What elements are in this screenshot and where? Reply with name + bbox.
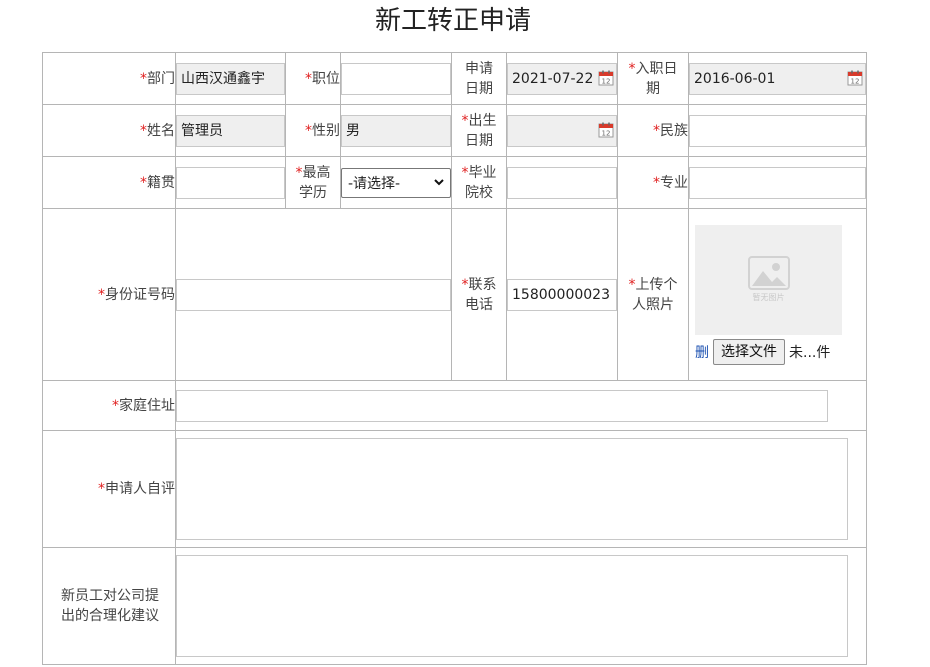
ethnicity-input[interactable] bbox=[689, 114, 866, 147]
apply-date-label: 申请 日期 bbox=[451, 52, 507, 105]
birth-date-label: *出生 日期 bbox=[451, 104, 507, 157]
self-evaluation-label: *申请人自评 bbox=[42, 430, 176, 548]
name-label: *姓名 bbox=[42, 104, 176, 157]
suggestion-textarea[interactable] bbox=[176, 555, 848, 657]
gender-field[interactable]: 男 bbox=[341, 114, 451, 147]
calendar-icon[interactable]: 12 bbox=[598, 70, 614, 86]
svg-text:12: 12 bbox=[851, 77, 860, 85]
education-select[interactable]: -请选择- bbox=[341, 167, 451, 198]
self-evaluation-textarea[interactable] bbox=[176, 438, 848, 540]
name-field[interactable]: 管理员 bbox=[176, 114, 285, 147]
page-title: 新工转正申请 bbox=[374, 6, 531, 36]
gender-label: *性别 bbox=[285, 104, 341, 157]
school-label: *毕业 院校 bbox=[451, 156, 507, 209]
school-input[interactable] bbox=[507, 166, 617, 199]
svg-text:12: 12 bbox=[602, 77, 611, 85]
join-date-input[interactable]: 2016-06-01 bbox=[689, 62, 866, 95]
id-number-input[interactable] bbox=[176, 278, 451, 311]
svg-text:12: 12 bbox=[602, 129, 611, 137]
address-input[interactable] bbox=[176, 389, 828, 422]
image-icon bbox=[747, 256, 790, 290]
phone-input[interactable]: 15800000023 bbox=[507, 278, 617, 311]
ethnicity-label: *民族 bbox=[617, 104, 689, 157]
position-label: *职位 bbox=[285, 52, 341, 105]
department-field[interactable]: 山西汉通鑫宇 bbox=[176, 62, 285, 95]
major-label: *专业 bbox=[617, 156, 689, 209]
suggestion-label: 新员工对公司提 出的合理化建议 bbox=[42, 547, 176, 665]
calendar-icon[interactable]: 12 bbox=[847, 70, 863, 86]
delete-photo-link[interactable]: 删 bbox=[695, 342, 709, 362]
native-place-label: *籍贯 bbox=[42, 156, 176, 209]
native-place-input[interactable] bbox=[176, 166, 285, 199]
photo-placeholder: 暂无图片 bbox=[695, 224, 842, 335]
file-status-text: 未...件 bbox=[789, 344, 831, 361]
photo-placeholder-caption: 暂无图片 bbox=[752, 293, 785, 302]
id-number-label: *身份证号码 bbox=[42, 208, 176, 381]
chevron-down-icon bbox=[434, 179, 444, 186]
photo-label: *上传个 人照片 bbox=[617, 208, 689, 381]
choose-file-button[interactable]: 选择文件 bbox=[713, 338, 785, 365]
major-input[interactable] bbox=[689, 166, 866, 199]
calendar-icon[interactable]: 12 bbox=[598, 122, 614, 138]
phone-label: *联系 电话 bbox=[451, 208, 507, 381]
education-label: *最高 学历 bbox=[285, 156, 341, 209]
department-label: *部门 bbox=[42, 52, 176, 105]
position-input[interactable] bbox=[341, 62, 451, 95]
address-label: *家庭住址 bbox=[42, 380, 176, 431]
join-date-label: *入职日期 bbox=[617, 52, 689, 105]
application-form: *部门 山西汉通鑫宇 *职位 申请 日期 2021-07-22 12 *入职日期 … bbox=[42, 52, 867, 665]
